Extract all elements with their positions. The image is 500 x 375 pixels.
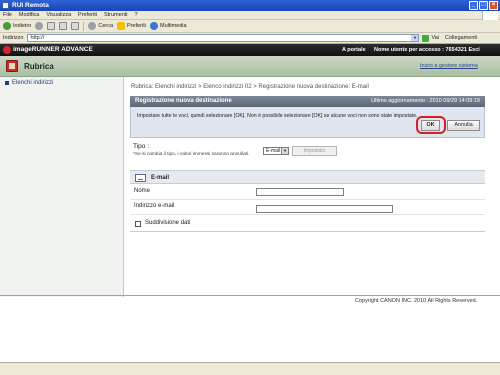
back-button[interactable]: Indietro [3,22,31,30]
address-book-icon [6,60,18,72]
email-address-field[interactable] [256,205,393,213]
bullet-icon [5,81,9,85]
url-text: http:// [30,35,45,41]
toolbar-separator [83,21,85,31]
product-name: imageRUNNER ADVANCE [13,46,93,53]
windows-logo-icon [482,11,498,20]
url-input[interactable]: http:// ▼ [27,34,420,42]
go-arrow-icon [422,34,430,42]
type-section: Tipo : *Se si cambia il tipo, i valori i… [130,143,485,167]
home-button[interactable] [71,22,80,30]
name-field[interactable] [256,188,344,196]
panel-header: Registrazione nuova destinazione Ultimo … [130,96,485,107]
cancel-button[interactable]: Annulla [447,120,480,131]
refresh-icon [59,22,68,30]
search-icon [88,22,97,30]
menu-preferiti[interactable]: Preferiti [78,12,97,18]
copyright-text: Copyright CANON INC. 2010 All Rights Res… [355,298,478,304]
menu-file[interactable]: File [3,12,12,18]
multimedia-button[interactable]: Multimedia [149,22,187,30]
breadcrumb-address-lists[interactable]: Rubrica: Elenchi indirizzi [131,84,196,90]
favorites-button[interactable]: Preferiti [117,22,146,30]
brand-bar: imageRUNNER ADVANCE A portale Nome utent… [0,44,500,56]
panel-title: Registrazione nuova destinazione [135,98,232,104]
go-button[interactable]: Vai [422,34,439,42]
back-arrow-icon [3,22,11,30]
breadcrumb-current: Registrazione nuova destinazione: E-mail [258,84,369,90]
minimize-button[interactable]: _ [469,1,478,10]
email-section-header: E-mail [130,170,485,184]
status-bar [0,362,500,375]
system-manager-home-link[interactable]: Inizio a gestore sistema [420,63,478,69]
home-icon [71,22,80,30]
page-title: Rubrica [24,62,54,71]
main-content: Rubrica: Elenchi indirizzi > Elenco indi… [129,77,491,297]
type-label: Tipo : [133,143,150,150]
name-label: Nome [134,188,151,194]
search-button[interactable]: Cerca [88,22,113,30]
forward-arrow-icon [35,22,44,30]
user-info[interactable]: Nome utente per accesso : 7654321 Esci [374,44,480,56]
footer-divider [0,295,500,296]
maximize-button[interactable]: □ [479,1,488,10]
address-bar: Indirizzo http:// ▼ Vai Collegamenti [0,33,500,44]
window-titlebar: RUI Remota _ □ × [0,0,500,11]
sidebar-item-label: Elenchi indirizzi [12,80,54,86]
data-division-row: Suddivisione dati [130,217,485,232]
type-selected-value: E-mail [266,148,281,154]
window-title: RUI Remota [12,2,49,9]
menubar: File Modifica Visualizza Preferiti Strum… [0,11,500,20]
menu-visualizza[interactable]: Visualizza [46,12,71,18]
address-label: Indirizzo [3,35,24,41]
portal-link[interactable]: A portale [342,44,366,56]
window-controls: _ □ × [469,1,498,10]
close-button[interactable]: × [489,1,498,10]
instructions-text: Impostare tutte le voci, quindi selezion… [137,113,418,119]
instructions-box: Impostare tutte le voci, quindi selezion… [130,107,485,138]
type-select[interactable]: E-mail ▼ [263,147,289,155]
stop-button[interactable] [47,22,56,30]
type-note: *Se si cambia il tipo, i valori immessi … [133,152,250,157]
links-button[interactable]: Collegamenti [445,35,477,41]
stop-icon [47,22,56,30]
email-address-label: Indirizzo e-mail [134,203,175,209]
data-division-label: Suddivisione dati [145,220,191,226]
multimedia-icon [149,22,158,30]
star-icon [117,22,126,30]
name-row: Nome [130,185,485,200]
ok-button[interactable]: OK [421,120,440,131]
forward-button[interactable] [35,22,44,30]
refresh-button[interactable] [59,22,68,30]
sidebar-item-address-lists[interactable]: Elenchi indirizzi [5,80,53,86]
browser-icon [2,2,9,9]
chevron-down-icon[interactable]: ▼ [411,35,419,41]
data-division-checkbox[interactable] [135,221,141,227]
set-type-button[interactable]: Impostato [292,146,337,156]
last-updated: Ultimo aggiornamento : 2010 09/29 14:09:… [371,98,480,104]
breadcrumb-list-02[interactable]: Elenco indirizzi 02 [203,84,251,90]
breadcrumb: Rubrica: Elenchi indirizzi > Elenco indi… [131,84,369,90]
menu-help[interactable]: ? [135,12,138,18]
email-section-title: E-mail [151,175,170,181]
browser-toolbar: Indietro Cerca Preferiti Multimedia [0,20,500,33]
web-page: imageRUNNER ADVANCE A portale Nome utent… [0,44,500,362]
sidebar: Elenchi indirizzi [0,77,124,297]
canon-logo-icon [3,46,11,54]
menu-modifica[interactable]: Modifica [19,12,39,18]
envelope-icon [135,174,146,182]
menu-strumenti[interactable]: Strumenti [104,12,128,18]
email-address-row: Indirizzo e-mail [130,200,485,215]
chevron-down-icon: ▼ [281,148,288,154]
section-header: Rubrica Inizio a gestore sistema [0,56,500,77]
